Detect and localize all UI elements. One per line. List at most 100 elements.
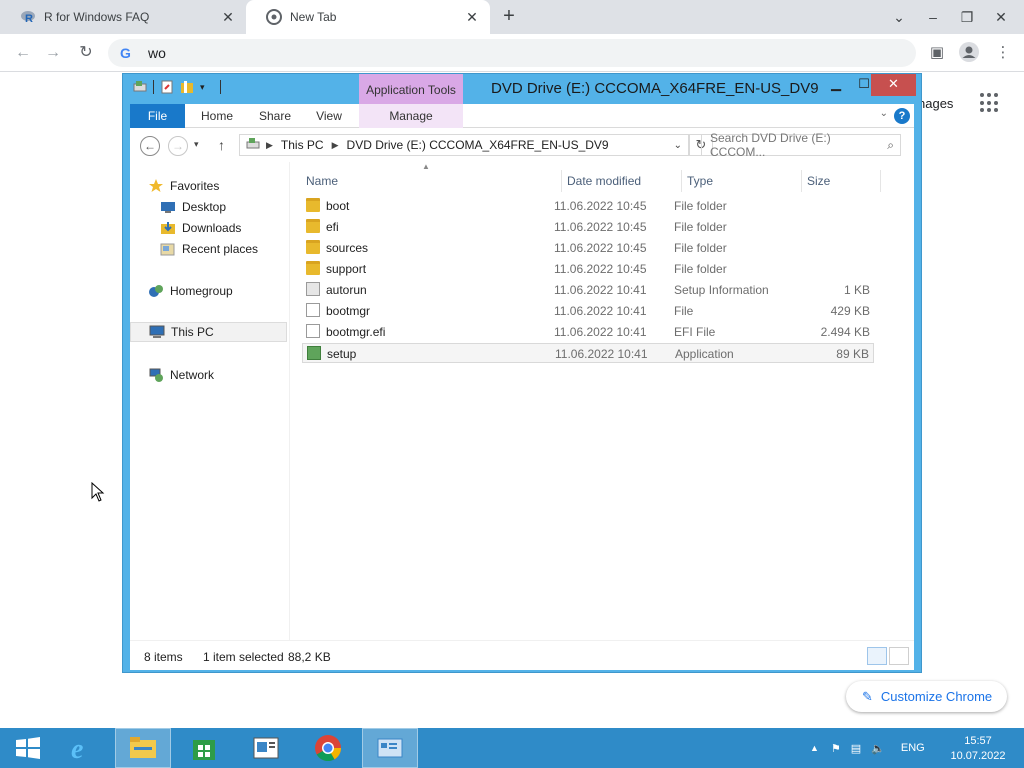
column-divider[interactable]	[681, 170, 682, 192]
column-header-type[interactable]: Type	[687, 170, 713, 192]
table-row-selected[interactable]: setup 11.06.2022 10:41 Application 89 KB	[302, 343, 874, 363]
address-field[interactable]: ▶ This PC ▶ DVD Drive (E:) CCCOMA_X64FRE…	[239, 134, 689, 156]
back-icon[interactable]: ←	[12, 42, 34, 64]
file-date: 11.06.2022 10:41	[554, 283, 647, 297]
internet-explorer-button[interactable]: e	[54, 728, 110, 768]
forward-icon[interactable]: →	[168, 136, 188, 156]
column-divider[interactable]	[801, 170, 802, 192]
tab-share[interactable]: Share	[250, 104, 300, 128]
profile-icon[interactable]	[958, 42, 980, 64]
language-indicator[interactable]: ENG	[901, 742, 925, 754]
tab-search-icon[interactable]: ⌄	[882, 9, 916, 26]
volume-icon[interactable]: 🔈	[871, 742, 885, 755]
table-row[interactable]: support 11.06.2022 10:45 File folder	[302, 259, 874, 279]
nav-favorites[interactable]: Favorites	[148, 176, 305, 196]
nav-label: This PC	[171, 325, 214, 339]
properties-icon[interactable]	[160, 80, 174, 94]
column-header-date[interactable]: Date modified	[567, 170, 641, 192]
new-folder-icon[interactable]	[180, 80, 194, 94]
close-icon[interactable]: ✕	[871, 74, 916, 96]
file-type: Setup Information	[674, 283, 769, 297]
expand-ribbon-icon[interactable]: ⌄	[880, 108, 888, 119]
search-field[interactable]: Search DVD Drive (E:) CCCOM... ⌕	[701, 131, 901, 159]
breadcrumb-chevron-icon[interactable]: ▶	[332, 140, 339, 151]
new-tab-button[interactable]: +	[498, 6, 520, 28]
clock[interactable]: 15:57 10.07.2022	[946, 734, 1010, 764]
column-header-name[interactable]: Name	[306, 170, 338, 192]
side-panel-icon[interactable]: ▣	[926, 42, 948, 64]
reload-icon[interactable]: ↻	[75, 42, 97, 64]
network-tray-icon[interactable]: ▤	[851, 742, 861, 755]
show-hidden-icons-icon[interactable]: ▲	[810, 743, 819, 753]
address-dropdown-icon[interactable]: ⌄	[674, 140, 682, 151]
back-icon[interactable]: ←	[140, 136, 160, 156]
recent-locations-icon[interactable]: ▾	[194, 139, 199, 150]
details-view-icon[interactable]	[867, 647, 887, 665]
column-divider[interactable]	[561, 170, 562, 192]
tab-view[interactable]: View	[306, 104, 352, 128]
selection-count: 1 item selected	[203, 650, 284, 664]
chrome-button[interactable]	[300, 728, 356, 768]
nav-label: Desktop	[182, 200, 227, 214]
pencil-icon: ✎	[862, 688, 873, 704]
start-button[interactable]	[0, 728, 56, 768]
breadcrumb-dvd-drive[interactable]: DVD Drive (E:) CCCOMA_X64FRE_EN-US_DV9	[347, 138, 609, 152]
breadcrumb-this-pc[interactable]: This PC	[281, 138, 324, 152]
omnibox[interactable]: G wo	[108, 39, 916, 67]
table-row[interactable]: efi 11.06.2022 10:45 File folder	[302, 217, 874, 237]
customize-label: Customize Chrome	[880, 689, 993, 704]
tab-title: R for Windows FAQ	[44, 10, 150, 24]
table-row[interactable]: sources 11.06.2022 10:45 File folder	[302, 238, 874, 258]
tab-r-faq[interactable]: R R for Windows FAQ ✕	[0, 0, 246, 34]
nav-label: Network	[170, 368, 215, 382]
column-divider[interactable]	[880, 170, 881, 192]
quick-access-toolbar: ▾	[133, 80, 221, 94]
nav-label: Homegroup	[170, 284, 233, 298]
large-icons-view-icon[interactable]	[889, 647, 909, 665]
qat-dropdown-icon[interactable]: ▾	[200, 80, 214, 94]
table-row[interactable]: boot 11.06.2022 10:45 File folder	[302, 196, 874, 216]
nav-network[interactable]: Network	[148, 365, 305, 385]
minimize-icon[interactable]: ▁	[823, 74, 849, 96]
store-button[interactable]	[176, 728, 232, 768]
help-icon[interactable]: ?	[894, 108, 910, 124]
tab-file[interactable]: File	[130, 104, 185, 128]
customize-chrome-button[interactable]: ✎ Customize Chrome	[846, 681, 1007, 712]
minimize-icon[interactable]: –	[916, 9, 950, 25]
tab-title: New Tab	[290, 10, 337, 24]
folder-icon	[306, 219, 320, 233]
close-window-icon[interactable]: ✕	[984, 9, 1018, 26]
column-header-size[interactable]: Size	[807, 170, 830, 192]
up-icon[interactable]: ↑	[218, 137, 225, 153]
forward-icon[interactable]: →	[42, 42, 64, 64]
menu-icon[interactable]: ⋮	[992, 42, 1014, 64]
nav-this-pc[interactable]: This PC	[130, 322, 287, 342]
table-row[interactable]: bootmgr 11.06.2022 10:41 File 429 KB	[302, 301, 874, 321]
nav-homegroup[interactable]: Homegroup	[148, 281, 305, 301]
recent-places-icon	[160, 241, 176, 257]
tab-new-tab[interactable]: New Tab ✕	[246, 0, 490, 34]
window-title: DVD Drive (E:) CCCOMA_X64FRE_EN-US_DV9	[491, 80, 819, 97]
omnibox-input[interactable]: wo	[148, 45, 166, 61]
file-name: autorun	[326, 283, 367, 297]
chrome-icon	[266, 9, 282, 25]
file-explorer-button[interactable]	[115, 728, 171, 768]
flag-icon[interactable]: ⚑	[831, 742, 841, 755]
setup-app-button[interactable]	[362, 728, 418, 768]
tab-home[interactable]: Home	[192, 104, 242, 128]
table-row[interactable]: bootmgr.efi 11.06.2022 10:41 EFI File 2.…	[302, 322, 874, 342]
restore-icon[interactable]: ❐	[950, 9, 984, 26]
document-viewer-button[interactable]	[238, 728, 294, 768]
setup-icon	[377, 738, 403, 758]
mouse-cursor-icon	[91, 481, 105, 505]
table-row[interactable]: autorun 11.06.2022 10:41 Setup Informati…	[302, 280, 874, 300]
close-tab-icon[interactable]: ✕	[220, 9, 236, 25]
file-name: sources	[326, 241, 369, 255]
file-type: File folder	[674, 220, 727, 234]
tab-manage[interactable]: Manage	[359, 104, 463, 128]
nav-label: Favorites	[170, 179, 220, 193]
images-link[interactable]: nages	[918, 96, 953, 111]
apps-grid-icon[interactable]	[980, 93, 1000, 113]
close-tab-icon[interactable]: ✕	[464, 9, 480, 25]
breadcrumb-chevron-icon[interactable]: ▶	[266, 140, 273, 151]
